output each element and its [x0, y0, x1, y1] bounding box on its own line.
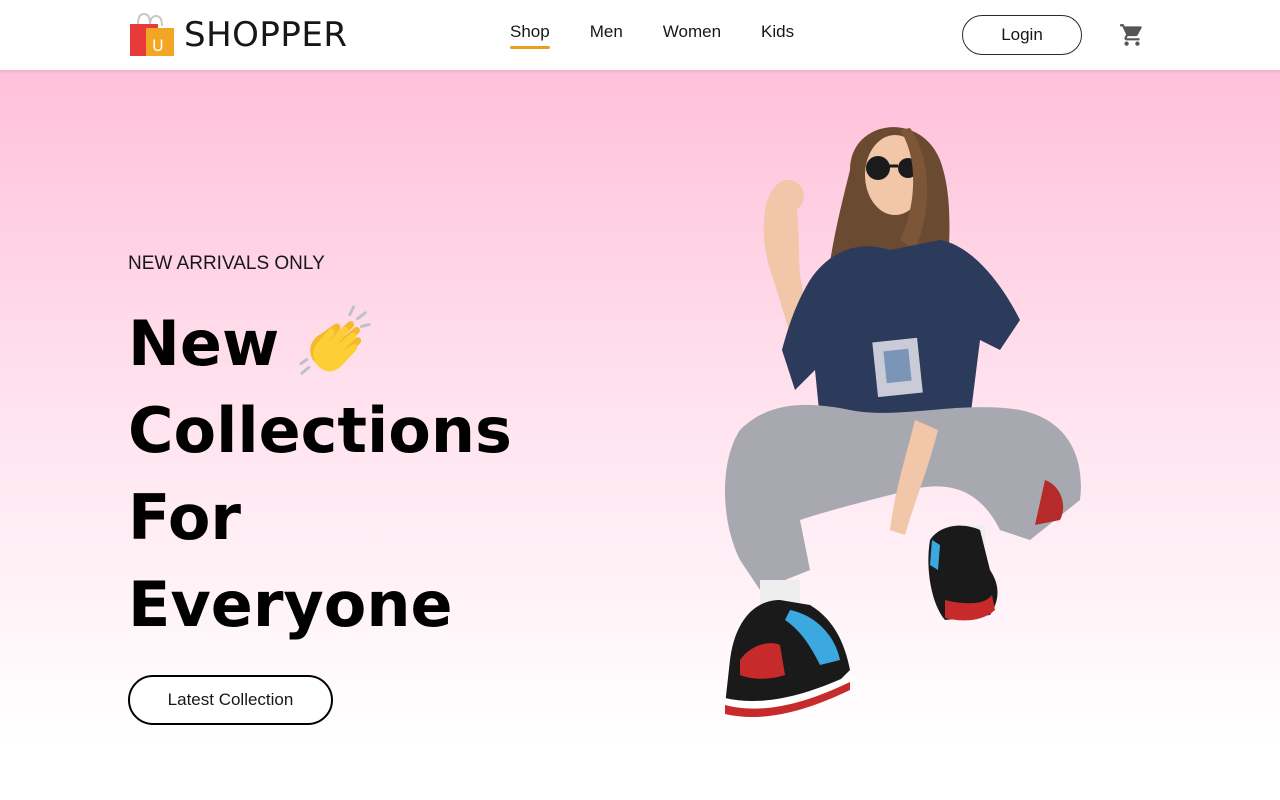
hero-title-line: Collections: [128, 387, 648, 474]
nav-item-men[interactable]: Men: [590, 22, 623, 42]
hero-title-line: For: [128, 474, 648, 561]
hero-title-text: Collections: [128, 394, 512, 467]
active-indicator: [510, 46, 550, 49]
nav-item-label: Women: [662, 22, 722, 41]
hero-title-text: Everyone: [128, 568, 453, 641]
cart-icon[interactable]: [1119, 22, 1145, 48]
login-button[interactable]: Login: [962, 15, 1082, 55]
hero-title: New Collections For Everyone: [128, 300, 648, 648]
nav-item-label: Men: [589, 22, 623, 41]
nav-item-shop[interactable]: Shop: [510, 22, 550, 49]
clapping-hands-icon: [299, 304, 371, 375]
hero-title-line: Everyone: [128, 561, 648, 648]
nav-menu: Shop Men Women Kids: [510, 22, 794, 49]
hero-title-text: For: [128, 481, 242, 554]
nav-item-kids[interactable]: Kids: [761, 22, 794, 42]
nav-item-label: Kids: [761, 22, 795, 41]
navbar: U SHOPPER Shop Men Women Kids Login: [0, 0, 1280, 70]
shopping-bags-icon: U: [130, 12, 174, 56]
brand-logo[interactable]: U SHOPPER: [128, 12, 348, 58]
hero-title-text: New: [128, 307, 280, 380]
latest-collection-button[interactable]: Latest Collection: [128, 675, 333, 725]
logo-letter: U: [152, 36, 164, 55]
hero-section: NEW ARRIVALS ONLY New Collections For Ev…: [0, 70, 1280, 800]
nav-item-label: Shop: [510, 22, 550, 41]
hero-title-line: New: [128, 300, 648, 387]
hero-tagline: NEW ARRIVALS ONLY: [128, 253, 325, 274]
brand-name: SHOPPER: [184, 15, 348, 55]
hero-model-image: [725, 127, 1081, 717]
nav-item-women[interactable]: Women: [663, 22, 721, 42]
